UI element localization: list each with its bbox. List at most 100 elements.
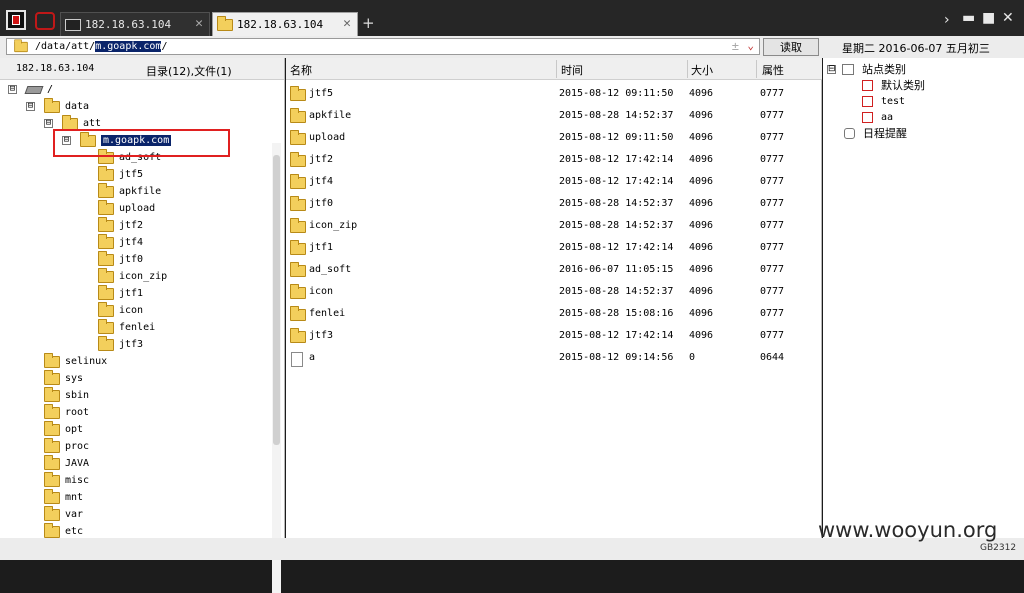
table-row[interactable]: jtf1 2015-08-12 17:42:14 4096 0777: [286, 237, 822, 259]
tree-item[interactable]: fenlei: [98, 318, 155, 336]
collapse-icon[interactable]: ⊟: [827, 64, 836, 74]
file-list-pane: 名称 时间 大小 属性 jtf5 2015-08-12 09:11:50 4096 0…: [286, 58, 822, 538]
tree-item[interactable]: opt: [44, 420, 84, 438]
cell-time: 2015-08-12 17:42:14: [559, 176, 674, 187]
tab-close-button[interactable]: ✕: [343, 16, 351, 31]
cell-time: 2015-08-12 09:14:56: [559, 352, 674, 363]
table-row[interactable]: fenlei 2015-08-28 15:08:16 4096 0777: [286, 303, 822, 325]
tree-scrollbar[interactable]: [272, 143, 281, 593]
minimize-button[interactable]: ▬: [962, 10, 975, 26]
new-tab-button[interactable]: +: [362, 14, 375, 32]
tree-item[interactable]: upload: [98, 199, 155, 217]
cell-attr: 0777: [760, 286, 785, 297]
tree-item[interactable]: mnt: [44, 488, 84, 506]
table-row[interactable]: jtf3 2015-08-12 17:42:14 4096 0777: [286, 325, 822, 347]
table-row[interactable]: ad_soft 2016-06-07 11:05:15 4096 0777: [286, 259, 822, 281]
schedule-reminder[interactable]: 日程提醒: [844, 125, 907, 141]
column-attr[interactable]: 属性: [762, 62, 784, 78]
folder-icon: [290, 306, 306, 321]
tree-item[interactable]: jtf5: [98, 165, 143, 183]
folder-icon: [44, 97, 60, 113]
tree-item[interactable]: ⊟ data: [26, 97, 89, 115]
tree-item[interactable]: JAVA: [44, 454, 89, 472]
tree-item[interactable]: var: [44, 505, 83, 523]
cell-attr: 0777: [760, 220, 785, 231]
category-item[interactable]: test: [862, 93, 905, 109]
tree-item[interactable]: selinux: [44, 352, 107, 370]
cell-time: 2015-08-12 09:11:50: [559, 132, 674, 143]
column-name[interactable]: 名称: [290, 62, 312, 78]
cell-name: jtf1: [309, 242, 334, 253]
folder-icon: [290, 86, 306, 101]
tree-item[interactable]: root: [44, 403, 89, 421]
close-button[interactable]: ✕: [1002, 10, 1014, 26]
read-button[interactable]: 读取: [763, 38, 819, 56]
folder-icon: [98, 182, 114, 198]
tree-item[interactable]: icon_zip: [98, 267, 167, 285]
app-logo-icon[interactable]: [6, 10, 26, 30]
tree-item-label: jtf4: [119, 237, 144, 248]
terminal-icon: [65, 18, 81, 31]
tree-item[interactable]: jtf1: [98, 284, 143, 302]
category-label: 默认类别: [881, 79, 925, 92]
tree-item[interactable]: misc: [44, 471, 89, 489]
table-row[interactable]: apkfile 2015-08-28 14:52:37 4096 0777: [286, 105, 822, 127]
plus-minus-icon[interactable]: ±: [732, 39, 739, 53]
tree-item[interactable]: jtf4: [98, 233, 144, 251]
path-input[interactable]: /data/att/m.goapk.com / ± ⌄: [6, 38, 760, 55]
collapse-icon[interactable]: ⊟: [26, 102, 35, 111]
table-row[interactable]: icon_zip 2015-08-28 14:52:37 4096 0777: [286, 215, 822, 237]
record-icon[interactable]: [35, 12, 55, 30]
folder-icon: [290, 240, 306, 255]
site-category-pane: ⊟ 站点类别 默认类别 test aa 日程提醒: [823, 58, 1024, 538]
table-row[interactable]: a 2015-08-12 09:14:56 0 0644: [286, 347, 822, 369]
category-item[interactable]: 默认类别: [862, 77, 925, 93]
tree-item-label: opt: [65, 424, 84, 435]
scrollbar-thumb[interactable]: [273, 155, 280, 445]
table-row[interactable]: jtf2 2015-08-12 17:42:14 4096 0777: [286, 149, 822, 171]
folder-icon: [44, 420, 60, 436]
maximize-button[interactable]: ■: [982, 10, 995, 26]
cell-attr: 0777: [760, 88, 785, 99]
cell-size: 4096: [689, 176, 714, 187]
category-item[interactable]: aa: [862, 109, 893, 125]
table-row[interactable]: icon 2015-08-28 14:52:37 4096 0777: [286, 281, 822, 303]
title-bar: 182.18.63.104 ✕ 182.18.63.104 ✕ + › ▬ ■ …: [0, 0, 1024, 36]
category-root[interactable]: ⊟ 站点类别: [827, 61, 906, 77]
tree-item[interactable]: jtf3: [98, 335, 143, 353]
cell-attr: 0777: [760, 330, 785, 341]
tree-item-label: mnt: [65, 492, 84, 503]
table-row[interactable]: jtf0 2015-08-28 14:52:37 4096 0777: [286, 193, 822, 215]
collapse-icon[interactable]: ⊟: [44, 119, 53, 128]
folder-icon: [98, 165, 114, 181]
chevron-down-icon[interactable]: ⌄: [747, 39, 754, 52]
column-size[interactable]: 大小: [691, 62, 713, 78]
tree-item[interactable]: sys: [44, 369, 83, 387]
table-row[interactable]: upload 2015-08-12 09:11:50 4096 0777: [286, 127, 822, 149]
cell-time: 2015-08-28 14:52:37: [559, 220, 674, 231]
tree-item[interactable]: icon: [98, 301, 143, 319]
cell-name: fenlei: [309, 308, 346, 319]
folder-icon: [290, 108, 306, 123]
table-row[interactable]: jtf4 2015-08-12 17:42:14 4096 0777: [286, 171, 822, 193]
tree-item[interactable]: sbin: [44, 386, 89, 404]
cell-size: 4096: [689, 110, 714, 121]
tree-item[interactable]: jtf2: [98, 216, 143, 234]
tree-item[interactable]: jtf0: [98, 250, 143, 268]
tree-item[interactable]: apkfile: [98, 182, 161, 200]
tab-session-1[interactable]: 182.18.63.104 ✕: [60, 12, 210, 36]
cell-time: 2015-08-12 17:42:14: [559, 154, 674, 165]
tab-close-button[interactable]: ✕: [195, 16, 203, 31]
encoding-label[interactable]: GB2312: [980, 543, 1016, 553]
collapse-icon[interactable]: ⊟: [8, 85, 17, 94]
tree-item[interactable]: ⊟ /: [8, 81, 53, 98]
table-row[interactable]: jtf5 2015-08-12 09:11:50 4096 0777: [286, 83, 822, 105]
cell-name: jtf2: [309, 154, 334, 165]
tree-item[interactable]: proc: [44, 437, 89, 455]
cell-attr: 0777: [760, 198, 785, 209]
tab-session-2[interactable]: 182.18.63.104 ✕: [212, 12, 358, 36]
column-time[interactable]: 时间: [561, 62, 583, 78]
chevron-right-icon[interactable]: ›: [944, 12, 950, 28]
cell-name: jtf3: [309, 330, 334, 341]
folder-icon: [290, 196, 306, 211]
